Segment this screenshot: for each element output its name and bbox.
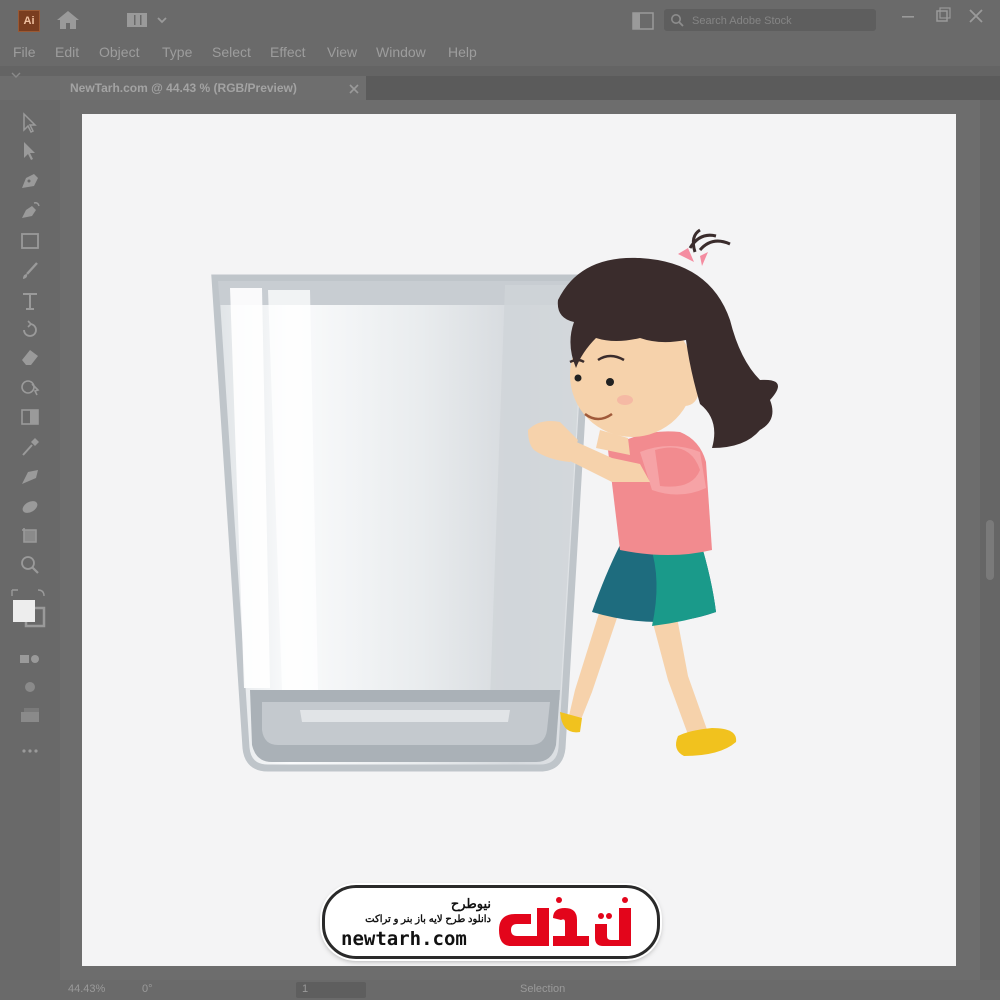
rotation-value[interactable]: 0° <box>142 983 153 995</box>
selection-tool-icon[interactable] <box>18 112 42 134</box>
current-tool-label: Selection <box>520 983 566 995</box>
collapse-chevron-icon[interactable] <box>10 66 22 78</box>
status-bar: 44.43% 0° 1 Selection <box>0 980 1000 1000</box>
blend-tool-icon[interactable] <box>18 466 42 488</box>
app-logo: Ai <box>18 10 40 32</box>
brand-logo <box>499 897 631 946</box>
document-tab[interactable]: NewTarh.com @ 44.43 % (RGB/Preview) <box>60 76 366 100</box>
search-icon <box>670 13 684 27</box>
rotate-tool-icon[interactable] <box>18 318 42 340</box>
fill-stroke-swatch-icon[interactable] <box>10 588 50 628</box>
brand-url: newtarh.com <box>341 928 467 950</box>
eyedropper-tool-icon[interactable] <box>18 436 42 458</box>
zoom-tool-icon[interactable] <box>18 554 42 576</box>
menu-select[interactable]: Select <box>212 44 251 60</box>
close-icon[interactable] <box>966 6 986 26</box>
menu-file[interactable]: File <box>13 44 36 60</box>
control-strip <box>0 66 1000 76</box>
symbol-sprayer-tool-icon[interactable] <box>18 496 42 518</box>
restore-icon[interactable] <box>932 6 952 26</box>
menu-bar: File Edit Object Type Select Effect View… <box>0 40 1000 66</box>
watermark-badge: نیوطرح دانلود طرح لایه باز بنر و تراکت n… <box>322 885 660 959</box>
menu-view[interactable]: View <box>327 44 357 60</box>
edit-toolbar-icon[interactable] <box>18 740 42 762</box>
gradient-tool-icon[interactable] <box>18 406 42 428</box>
vertical-scrollbar[interactable] <box>980 100 1000 980</box>
drawing-modes-icon[interactable] <box>18 648 42 670</box>
rectangle-tool-icon[interactable] <box>18 230 42 252</box>
pen-tool-icon[interactable] <box>18 170 42 192</box>
artboard-number: 1 <box>302 983 309 995</box>
brand-title: نیوطرح <box>450 896 491 911</box>
brand-subtitle: دانلود طرح لایه باز بنر و تراکت <box>365 914 491 925</box>
workspace-icon[interactable] <box>126 12 148 28</box>
document-tab-title: NewTarh.com @ 44.43 % (RGB/Preview) <box>70 81 297 95</box>
document-tab-bar: NewTarh.com @ 44.43 % (RGB/Preview) <box>60 76 1000 100</box>
chevron-down-icon[interactable] <box>156 12 168 28</box>
search-input[interactable] <box>690 11 874 31</box>
minimize-icon[interactable] <box>898 6 918 26</box>
menu-object[interactable]: Object <box>99 44 139 60</box>
curvature-tool-icon[interactable] <box>18 200 42 222</box>
menu-edit[interactable]: Edit <box>55 44 79 60</box>
paintbrush-tool-icon[interactable] <box>18 260 42 282</box>
search-field[interactable] <box>664 9 876 31</box>
direct-selection-tool-icon[interactable] <box>18 140 42 162</box>
screen-mode-icon[interactable] <box>18 676 42 698</box>
menu-window[interactable]: Window <box>376 44 426 60</box>
type-tool-icon[interactable] <box>18 290 42 312</box>
tab-close-icon[interactable] <box>348 82 360 94</box>
artboard[interactable] <box>82 114 956 966</box>
menu-effect[interactable]: Effect <box>270 44 306 60</box>
zoom-level[interactable]: 44.43% <box>68 983 105 995</box>
scrollbar-thumb[interactable] <box>986 520 994 580</box>
arrange-documents-icon[interactable] <box>632 12 654 30</box>
tools-panel <box>0 100 60 980</box>
artboard-tool-icon[interactable] <box>18 524 42 546</box>
artboard-navigator[interactable]: 1 <box>296 982 366 998</box>
menu-help[interactable]: Help <box>448 44 477 60</box>
eraser-tool-icon[interactable] <box>18 346 42 368</box>
home-icon[interactable] <box>55 8 81 32</box>
shape-builder-tool-icon[interactable] <box>18 376 42 398</box>
menu-type[interactable]: Type <box>162 44 192 60</box>
layers-icon[interactable] <box>18 704 42 726</box>
title-bar: Ai <box>0 0 1000 40</box>
